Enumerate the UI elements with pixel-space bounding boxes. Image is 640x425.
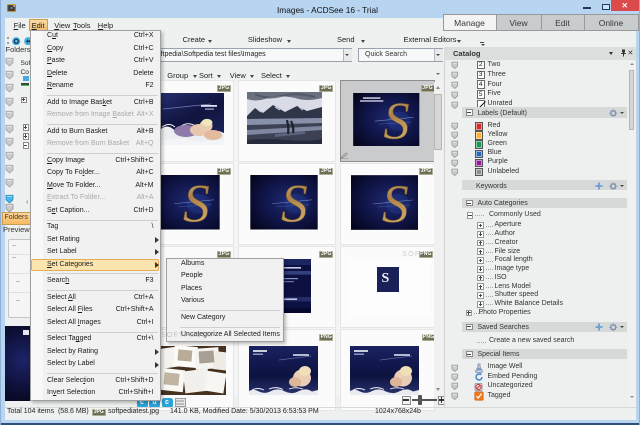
svg-text:S: S (381, 175, 408, 230)
svg-text:S: S (183, 175, 210, 230)
svg-text:S: S (383, 93, 409, 147)
svg-text:S: S (281, 175, 308, 230)
